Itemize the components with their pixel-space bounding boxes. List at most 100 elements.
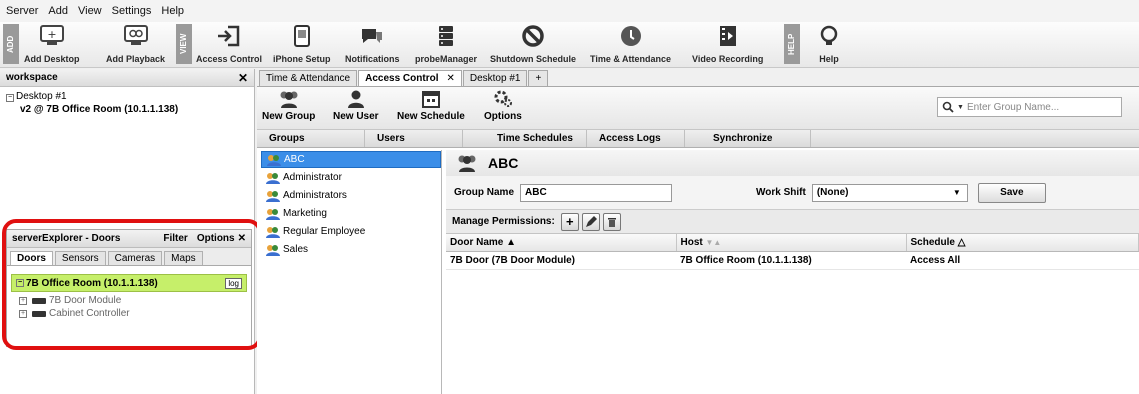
menu-settings[interactable]: Settings [112, 5, 152, 17]
group-icon [266, 208, 280, 220]
film-icon [715, 24, 741, 48]
delete-permission-button[interactable] [602, 212, 621, 231]
tab-synchronize[interactable]: Synchronize [685, 130, 811, 147]
menu-help[interactable]: Help [161, 5, 184, 17]
chevron-down-icon: ▼ [957, 103, 964, 111]
host-header-label: Host [680, 236, 703, 248]
new-schedule-button[interactable]: New Schedule [397, 90, 465, 122]
access-toolbar: New Group New User New Schedule Options … [257, 87, 1139, 130]
access-control-button[interactable]: Access Control [196, 24, 262, 64]
group-label: Regular Employee [283, 226, 366, 237]
no-sign-icon [520, 24, 546, 48]
group-title: ABC [488, 155, 519, 171]
list-item[interactable]: Administrators [261, 187, 441, 204]
tree-node-stream[interactable]: v2 @ 7B Office Room (10.1.1.138) [6, 103, 248, 116]
tab-users[interactable]: Users [365, 130, 463, 147]
door-enter-icon [216, 24, 242, 48]
search-icon [942, 101, 954, 113]
search-placeholder: Enter Group Name... [966, 101, 1060, 113]
clock-icon [618, 24, 644, 48]
speech-bubble-icon [359, 24, 385, 48]
tree-node-desktop[interactable]: − Desktop #1 [6, 90, 248, 103]
chevron-down-icon: ▼ [952, 188, 961, 197]
cell-schedule: Access All [906, 251, 1139, 270]
new-group-button[interactable]: New Group [262, 90, 315, 122]
column-schedule[interactable]: Schedule △ [906, 234, 1139, 252]
svg-text:+: + [47, 28, 56, 41]
group-icon [266, 244, 280, 256]
tab-time-attendance[interactable]: Time & Attendance [259, 70, 358, 86]
tab-groups[interactable]: Groups [257, 130, 365, 147]
tab-access-control-label: Access Control [365, 73, 439, 84]
tab-desktop[interactable]: Desktop #1 [462, 70, 528, 86]
desktop-label: Desktop #1 [16, 91, 67, 102]
close-icon[interactable]: ✕ [238, 71, 248, 85]
menu-view[interactable]: View [78, 5, 102, 17]
group-label: Marketing [283, 208, 327, 219]
table-header-row: Door Name ▲ Host ▼▲ Schedule △ [446, 234, 1139, 252]
list-item[interactable]: Marketing [261, 205, 441, 222]
tab-access-control[interactable]: Access Control ✕ [358, 70, 462, 86]
new-user-button[interactable]: New User [333, 90, 379, 122]
add-desktop-label: Add Desktop [24, 54, 80, 64]
group-icon [266, 172, 280, 184]
group-list: ABC Administrator Administrators Marketi… [261, 150, 442, 394]
monitor-plus-icon: + [39, 24, 65, 48]
time-attendance-button[interactable]: Time & Attendance [590, 24, 671, 64]
menu-add[interactable]: Add [48, 5, 68, 17]
shutdown-schedule-button[interactable]: Shutdown Schedule [490, 24, 576, 64]
help-label: Help [819, 54, 839, 64]
add-playback-button[interactable]: Add Playback [106, 24, 165, 64]
probemanager-label: probeManager [415, 54, 478, 64]
help-button[interactable]: Help [816, 24, 842, 64]
group-name-label: Group Name [454, 187, 515, 198]
notifications-button[interactable]: Notifications [345, 24, 400, 64]
tab-add[interactable]: + [528, 70, 549, 86]
video-recording-button[interactable]: Video Recording [692, 24, 763, 64]
options-toolbar-button[interactable]: Options [484, 90, 522, 122]
group-search-input[interactable]: ▼ Enter Group Name... [937, 97, 1122, 117]
group-icon [458, 155, 476, 172]
iphone-setup-button[interactable]: iPhone Setup [273, 24, 331, 64]
probemanager-button[interactable]: probeManager [415, 24, 477, 64]
group-form: Group Name ABC Work Shift (None) ▼ Save [446, 176, 1139, 210]
options-label: Options [484, 111, 522, 122]
workspace-tree: − Desktop #1 v2 @ 7B Office Room (10.1.1.… [0, 87, 254, 119]
new-user-label: New User [333, 111, 379, 122]
toolbar-section-add: ADD [3, 24, 19, 64]
permissions-table: Door Name ▲ Host ▼▲ Schedule △ 7B Door (… [446, 234, 1139, 270]
iphone-setup-label: iPhone Setup [273, 54, 331, 64]
menu-bar: Server Add View Settings Help [0, 0, 1139, 22]
menu-server[interactable]: Server [6, 5, 38, 17]
access-control-label: Access Control [196, 54, 263, 64]
new-group-label: New Group [262, 111, 316, 122]
list-item[interactable]: Administrator [261, 169, 441, 186]
list-item[interactable]: Regular Employee [261, 223, 441, 240]
permissions-bar: Manage Permissions: + [446, 210, 1139, 234]
lightbulb-icon [816, 24, 842, 48]
column-door-name[interactable]: Door Name ▲ [446, 234, 677, 252]
save-button[interactable]: Save [977, 182, 1046, 203]
group-detail: ABC Group Name ABC Work Shift (None) ▼ S… [446, 150, 1139, 394]
column-host[interactable]: Host ▼▲ [676, 234, 907, 252]
highlight-outline [2, 219, 262, 350]
list-item[interactable]: ABC [261, 151, 441, 168]
group-label: Administrator [283, 172, 342, 183]
tab-time-schedules[interactable]: Time Schedules [463, 130, 587, 147]
workspace-header: workspace ✕ [0, 69, 254, 87]
add-permission-button[interactable]: + [560, 212, 579, 231]
work-shift-value: (None) [816, 187, 849, 198]
list-item[interactable]: Sales [261, 241, 441, 258]
workspace-title: workspace [6, 72, 58, 83]
collapse-icon[interactable]: − [6, 94, 14, 102]
edit-permission-button[interactable] [581, 212, 600, 231]
table-row[interactable]: 7B Door (7B Door Module) 7B Office Room … [446, 251, 1139, 270]
permissions-label: Manage Permissions: [452, 216, 555, 227]
trash-icon [607, 217, 616, 227]
cell-host: 7B Office Room (10.1.1.138) [676, 251, 906, 270]
add-desktop-button[interactable]: + Add Desktop [24, 24, 80, 64]
close-icon[interactable]: ✕ [446, 73, 454, 84]
tab-access-logs[interactable]: Access Logs [587, 130, 685, 147]
group-name-field[interactable]: ABC [520, 183, 673, 202]
work-shift-select[interactable]: (None) ▼ [811, 183, 968, 202]
